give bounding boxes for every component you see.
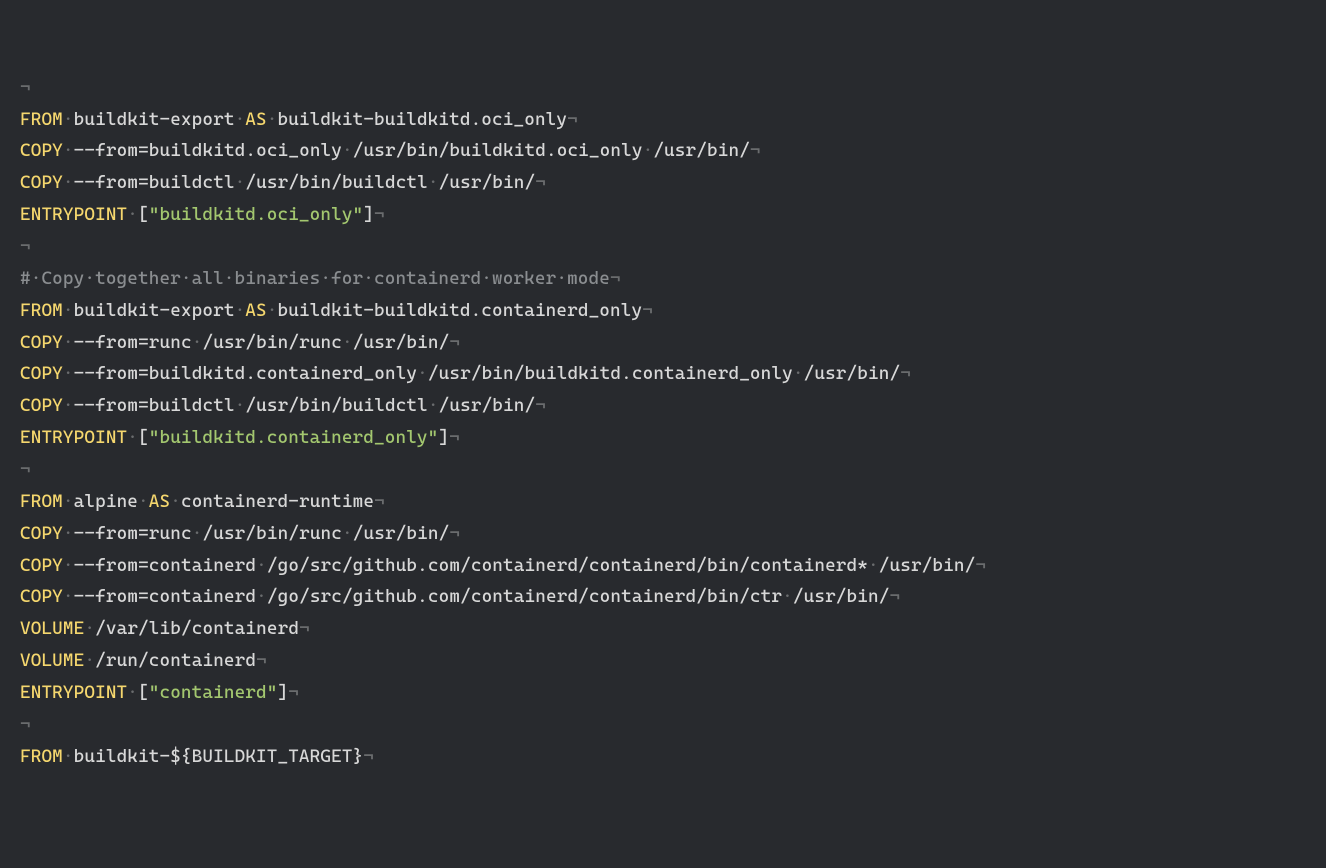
code-line: COPY·--from=containerd·/go/src/github.co… xyxy=(20,550,1326,582)
code-line: COPY·--from=runc·/usr/bin/runc·/usr/bin/… xyxy=(20,518,1326,550)
code-line: COPY·--from=buildkitd.oci_only·/usr/bin/… xyxy=(20,135,1326,167)
code-line: #·Copy·together·all·binaries·for·contain… xyxy=(20,263,1326,295)
code-line: ¬ xyxy=(20,454,1326,486)
code-line: COPY·--from=buildctl·/usr/bin/buildctl·/… xyxy=(20,390,1326,422)
code-line: ENTRYPOINT·["buildkitd.oci_only"]¬ xyxy=(20,199,1326,231)
code-line: ENTRYPOINT·["containerd"]¬ xyxy=(20,677,1326,709)
code-line: VOLUME·/run/containerd¬ xyxy=(20,645,1326,677)
code-line: COPY·--from=buildctl·/usr/bin/buildctl·/… xyxy=(20,167,1326,199)
code-line: ¬ xyxy=(20,231,1326,263)
code-line: ENTRYPOINT·["buildkitd.containerd_only"]… xyxy=(20,422,1326,454)
code-line: VOLUME·/var/lib/containerd¬ xyxy=(20,613,1326,645)
code-line: ¬ xyxy=(20,709,1326,741)
code-line: COPY·--from=buildkitd.containerd_only·/u… xyxy=(20,358,1326,390)
code-line: FROM·buildkit-export·AS·buildkit-buildki… xyxy=(20,295,1326,327)
code-editor[interactable]: ¬FROM·buildkit-export·AS·buildkit-buildk… xyxy=(20,72,1326,773)
code-line: FROM·buildkit-${BUILDKIT_TARGET}¬ xyxy=(20,741,1326,773)
code-line: ¬ xyxy=(20,72,1326,104)
code-line: COPY·--from=containerd·/go/src/github.co… xyxy=(20,581,1326,613)
code-line: FROM·buildkit-export·AS·buildkit-buildki… xyxy=(20,104,1326,136)
code-line: FROM·alpine·AS·containerd-runtime¬ xyxy=(20,486,1326,518)
code-line: COPY·--from=runc·/usr/bin/runc·/usr/bin/… xyxy=(20,327,1326,359)
